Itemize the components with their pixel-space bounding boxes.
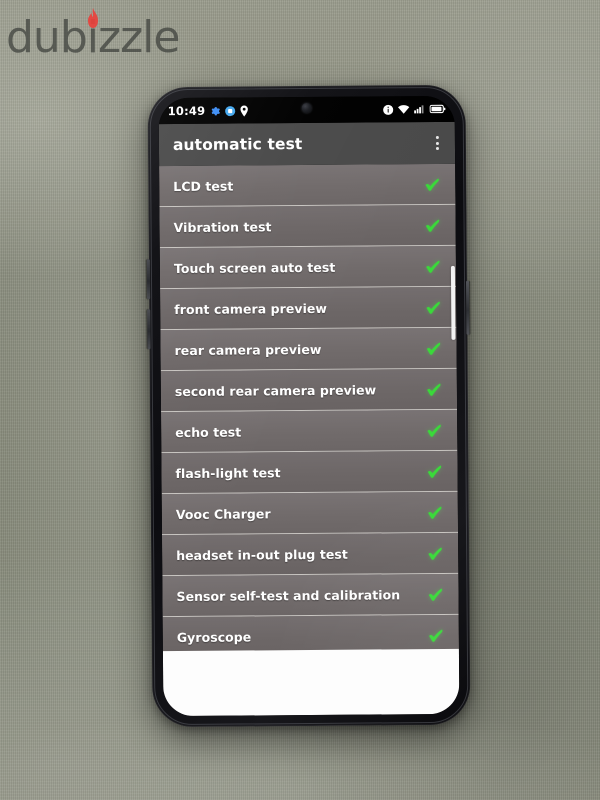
test-item-label: headset in-out plug test — [176, 546, 348, 563]
notch — [158, 95, 455, 125]
test-list-item[interactable]: rear camera preview — [160, 327, 457, 372]
app-bar: automatic test — [158, 121, 456, 167]
check-mark-icon — [426, 301, 440, 314]
dot — [435, 135, 439, 139]
volume-down-button[interactable] — [147, 309, 151, 350]
test-list-item[interactable]: echo test — [161, 409, 458, 454]
test-item-label: Sensor self-test and calibration — [176, 586, 401, 604]
check-mark-icon — [426, 260, 440, 273]
check-mark-icon — [426, 342, 441, 355]
test-list-item[interactable]: Touch screen auto test — [159, 245, 457, 290]
test-item-label: Touch screen auto test — [173, 259, 336, 276]
check-mark-icon — [429, 629, 443, 642]
check-mark-icon — [427, 424, 441, 437]
test-item-label: rear camera preview — [174, 341, 322, 358]
check-mark-icon — [428, 588, 443, 601]
blank-bottom-area — [162, 648, 460, 717]
volume-up-button[interactable] — [146, 259, 151, 300]
front-camera-icon — [301, 102, 312, 114]
test-list-item[interactable]: Vibration test — [159, 204, 456, 249]
test-item-label: Vooc Charger — [175, 505, 271, 522]
dot — [435, 141, 439, 145]
check-mark-icon — [427, 465, 442, 478]
test-list-item[interactable]: headset in-out plug test — [162, 532, 459, 577]
test-item-label: Vibration test — [173, 218, 272, 235]
test-item-label: second rear camera preview — [174, 381, 377, 399]
page-title: automatic test — [172, 135, 303, 155]
dot — [435, 146, 439, 150]
phone-screen: 10:49 automatic test LCD test Vibration … — [158, 95, 460, 717]
phone-device: 10:49 automatic test LCD test Vibration … — [146, 84, 471, 728]
test-list-item[interactable]: second rear camera preview — [160, 368, 458, 413]
scrollbar-thumb[interactable] — [450, 265, 456, 340]
test-list[interactable]: LCD test Vibration test Touch screen auto … — [159, 163, 460, 717]
check-mark-icon — [427, 383, 441, 396]
test-list-item[interactable]: front camera preview — [160, 286, 457, 331]
test-list-item[interactable]: flash-light test — [161, 450, 458, 495]
power-button[interactable] — [466, 280, 470, 335]
overflow-menu-icon[interactable] — [434, 132, 441, 154]
test-item-label: LCD test — [173, 178, 234, 194]
check-mark-icon — [425, 178, 439, 191]
check-mark-icon — [428, 506, 442, 519]
test-list-item[interactable]: Vooc Charger — [161, 491, 459, 536]
test-list-item[interactable]: Sensor self-test and calibration — [162, 573, 459, 618]
test-item-label: echo test — [175, 424, 242, 440]
test-item-label: Gyroscope — [176, 628, 252, 645]
test-item-label: front camera preview — [174, 300, 328, 317]
test-item-label: flash-light test — [175, 464, 281, 481]
check-mark-icon — [425, 219, 440, 232]
test-list-item[interactable]: LCD test — [159, 163, 456, 208]
check-mark-icon — [428, 547, 442, 560]
